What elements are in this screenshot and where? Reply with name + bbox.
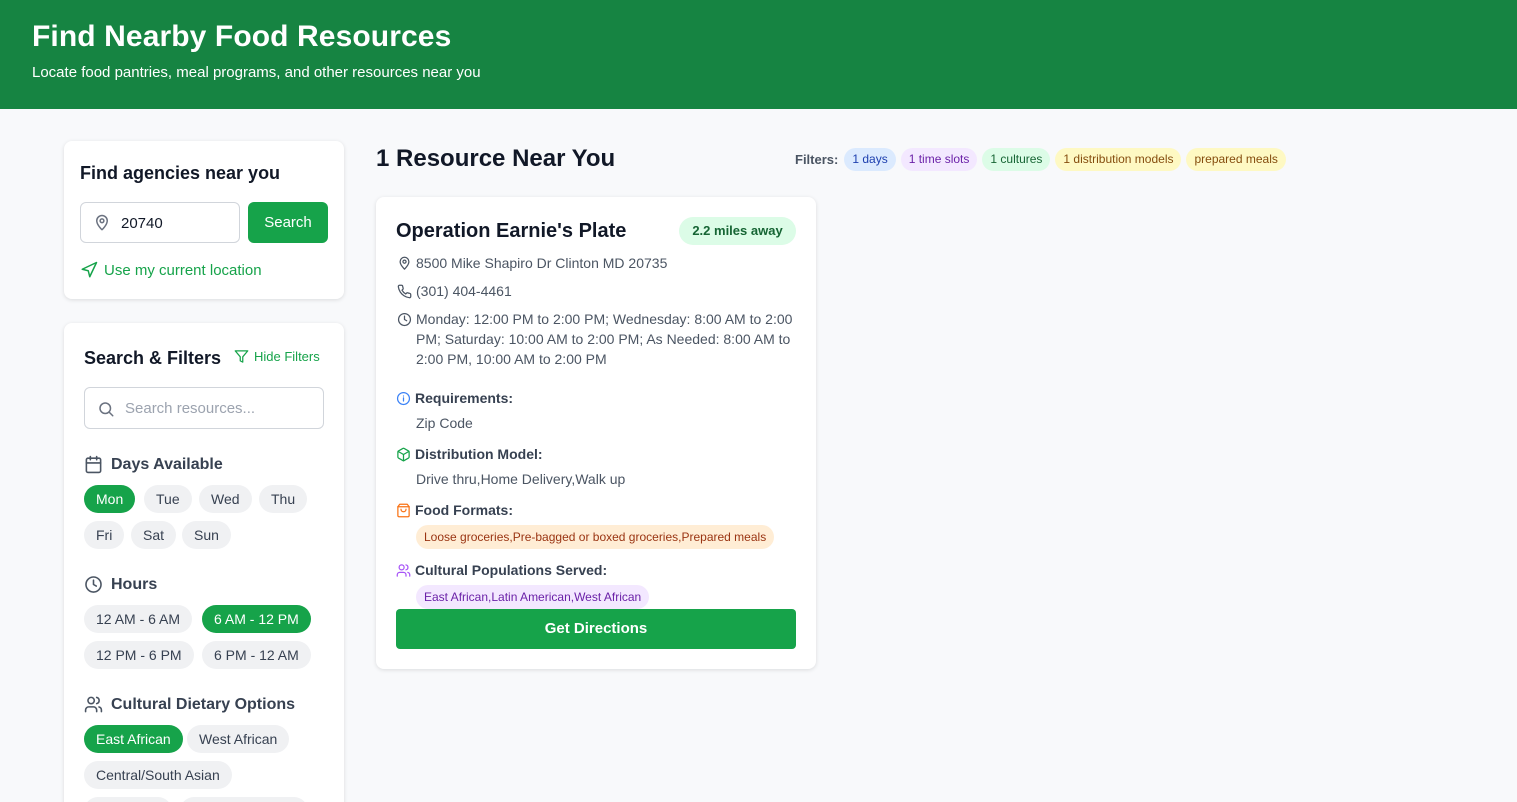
food-formats-pill: Loose groceries,Pre-bagged or boxed groc… — [416, 525, 775, 549]
hours-chip-12pm-6pm[interactable]: 12 PM - 6 PM — [84, 641, 194, 669]
location-card: Find agencies near you 20740 Search Use … — [64, 141, 344, 299]
get-directions-button[interactable]: Get Directions — [396, 609, 796, 649]
active-filters-label: Filters: — [795, 152, 839, 167]
requirements-label: Requirements: — [415, 390, 514, 406]
results-count-title: 1 Resource Near You — [376, 145, 616, 172]
shopping-bag-icon — [397, 503, 410, 517]
zip-code-value: 20740 — [121, 215, 163, 232]
resource-hours-line: 2:00 PM, 10:00 AM to 2:00 PM — [416, 351, 607, 367]
culture-chip-west-african[interactable]: West African — [187, 725, 290, 753]
clock-icon — [397, 312, 411, 326]
resource-name: Operation Earnie's Plate — [396, 220, 627, 242]
resource-search-placeholder: Search resources... — [125, 400, 256, 417]
info-icon — [396, 391, 411, 405]
day-chip-mon[interactable]: Mon — [84, 485, 136, 513]
page-title: Find Nearby Food Resources — [32, 20, 452, 53]
map-pin-icon — [399, 256, 409, 270]
resource-address: 8500 Mike Shapiro Dr Clinton MD 20735 — [416, 255, 668, 271]
food-formats-heading: Food Formats: — [396, 502, 513, 518]
culture-chip-central-south-asian[interactable]: Central/South Asian — [84, 761, 232, 789]
users-icon — [84, 696, 103, 713]
distribution-label: Distribution Model: — [415, 446, 543, 462]
filter-funnel-icon — [234, 350, 249, 363]
resource-hours-line: PM; Saturday: 10:00 AM to 2:00 PM; As Ne… — [416, 331, 791, 347]
cultural-section-heading: Cultural Dietary Options — [84, 695, 295, 714]
filters-card: Search & Filters Hide Filters Search res… — [64, 323, 344, 802]
distance-badge: 2.2 miles away — [679, 217, 796, 245]
search-icon — [99, 402, 114, 417]
location-title: Find agencies near you — [80, 163, 281, 183]
day-chip-tue[interactable]: Tue — [144, 485, 192, 513]
clock-icon — [85, 576, 102, 593]
days-section-label: Days Available — [111, 455, 223, 473]
resource-hours: Monday: 12:00 PM to 2:00 PM; Wednesday: … — [416, 309, 792, 369]
use-current-location-link[interactable]: Use my current location — [80, 261, 262, 279]
hours-chip-12am-6am[interactable]: 12 AM - 6 AM — [84, 605, 193, 633]
hours-section-label: Hours — [111, 575, 158, 593]
zip-code-input[interactable]: 20740 — [80, 202, 240, 243]
calendar-icon — [85, 455, 102, 474]
culture-chip-partial[interactable] — [84, 797, 172, 802]
days-section-heading: Days Available — [84, 455, 223, 474]
resource-hours-line: Monday: 12:00 PM to 2:00 PM; Wednesday: … — [416, 311, 793, 327]
resource-phone: (301) 404-4461 — [416, 283, 512, 299]
distribution-heading: Distribution Model: — [396, 446, 543, 462]
cultural-populations-heading: Cultural Populations Served: — [396, 562, 607, 578]
requirements-value: Zip Code — [416, 415, 473, 431]
users-icon — [396, 563, 411, 577]
address-row: 8500 Mike Shapiro Dr Clinton MD 20735 — [396, 253, 667, 273]
phone-icon — [397, 284, 411, 298]
cultural-populations-pill: East African,Latin American,West African — [416, 585, 650, 609]
day-chip-wed[interactable]: Wed — [199, 485, 252, 513]
day-chip-sat[interactable]: Sat — [131, 521, 177, 549]
active-filter-badge: 1 time slots — [900, 148, 978, 171]
hours-section-heading: Hours — [84, 575, 157, 594]
cultural-populations-label: Cultural Populations Served: — [415, 562, 608, 578]
navigation-arrow-icon — [81, 261, 98, 278]
day-chip-thu[interactable]: Thu — [259, 485, 308, 513]
hours-chip-6am-12pm[interactable]: 6 AM - 12 PM — [202, 605, 311, 633]
filters-title: Search & Filters — [84, 348, 222, 368]
page-subtitle: Locate food pantries, meal programs, and… — [32, 64, 481, 81]
package-icon — [397, 447, 410, 461]
active-filter-badge: 1 days — [844, 148, 896, 171]
culture-chip-east-african[interactable]: East African — [84, 725, 183, 753]
resource-card: Operation Earnie's Plate 2.2 miles away … — [376, 197, 816, 669]
search-button[interactable]: Search — [248, 202, 328, 243]
phone-row: (301) 404-4461 — [396, 281, 512, 301]
food-formats-label: Food Formats: — [415, 502, 513, 518]
requirements-heading: Requirements: — [396, 390, 513, 406]
page-header: Find Nearby Food Resources Locate food p… — [0, 0, 1517, 109]
hours-chip-6pm-12am[interactable]: 6 PM - 12 AM — [202, 641, 311, 669]
hours-row: Monday: 12:00 PM to 2:00 PM; Wednesday: … — [396, 309, 792, 369]
cultural-section-label: Cultural Dietary Options — [111, 695, 296, 713]
active-filter-badge: prepared meals — [1186, 148, 1286, 171]
day-chip-fri[interactable]: Fri — [84, 521, 125, 549]
map-pin-icon — [96, 214, 108, 231]
active-filter-badge: 1 cultures — [982, 148, 1051, 171]
use-current-location-label: Use my current location — [104, 261, 262, 279]
day-chip-sun[interactable]: Sun — [182, 521, 231, 549]
hide-filters-button[interactable]: Hide Filters — [234, 349, 320, 364]
hide-filters-label: Hide Filters — [254, 349, 320, 364]
active-filters-row: Filters: 1 days 1 time slots 1 cultures … — [795, 148, 1286, 171]
culture-chip-partial[interactable] — [180, 797, 308, 802]
distribution-value: Drive thru,Home Delivery,Walk up — [416, 471, 626, 487]
resource-search-input[interactable]: Search resources... — [84, 387, 324, 429]
active-filter-badge: 1 distribution models — [1055, 148, 1182, 171]
